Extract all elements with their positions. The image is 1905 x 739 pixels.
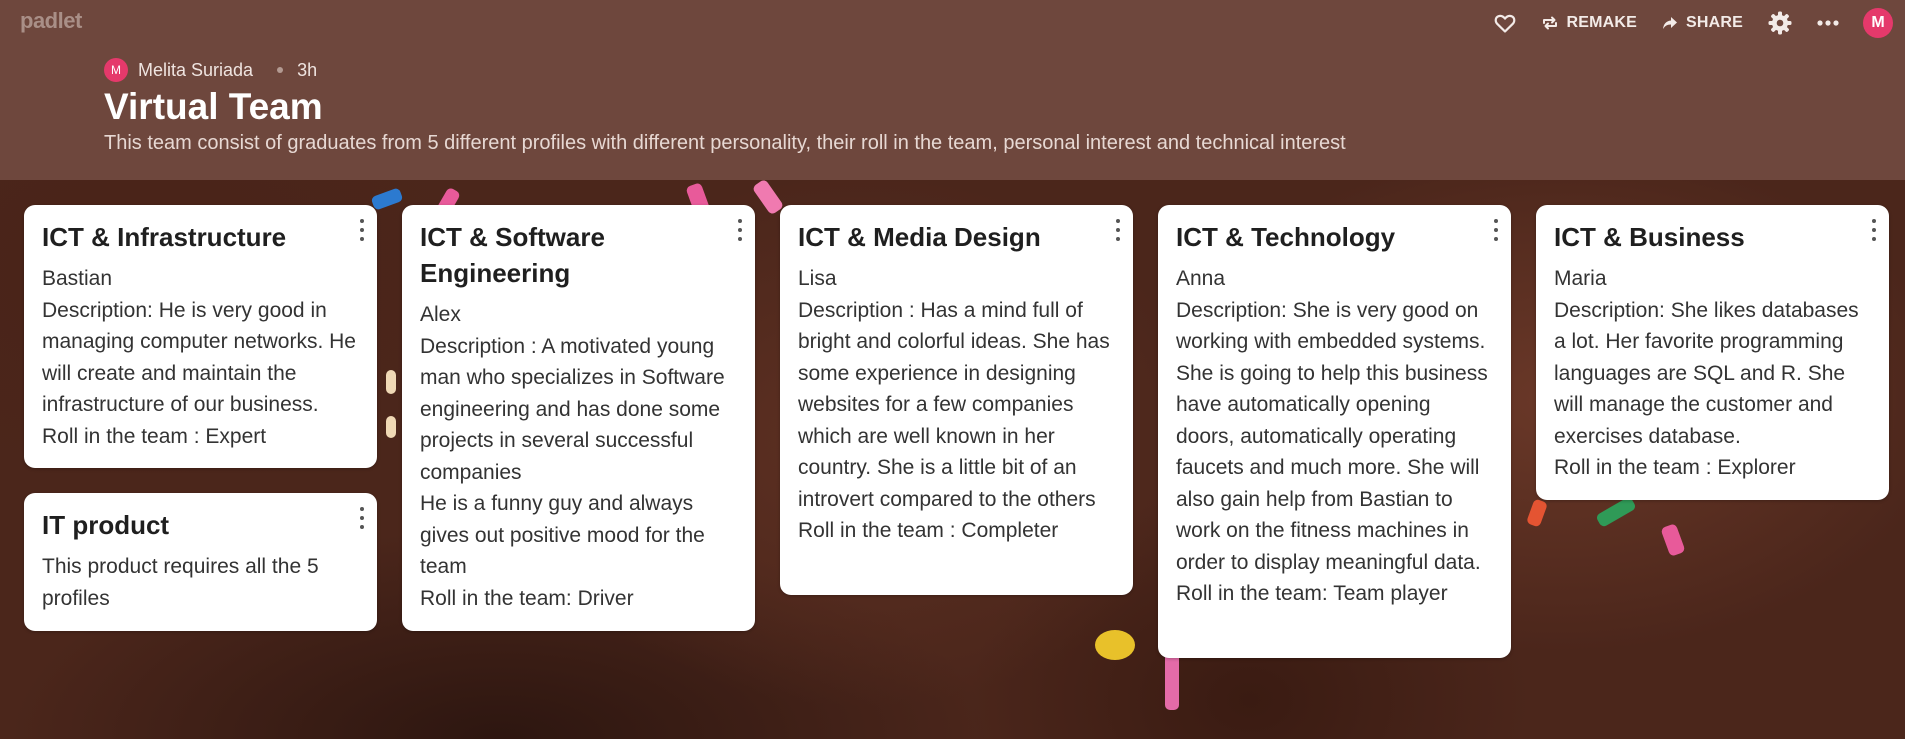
remake-button[interactable]: REMAKE	[1541, 14, 1637, 32]
post-body: Maria Description: She likes databases a…	[1554, 267, 1859, 479]
kebab-dot	[1494, 219, 1498, 223]
kebab-dot	[360, 228, 364, 232]
post-menu-button[interactable]	[1871, 219, 1877, 241]
top-toolbar: REMAKE SHARE M	[1493, 8, 1893, 38]
kebab-dot	[360, 219, 364, 223]
post-card[interactable]: IT product This product requires all the…	[24, 493, 377, 631]
post-card[interactable]: ICT & Technology Anna Description: She i…	[1158, 205, 1511, 658]
kebab-dot	[1872, 228, 1876, 232]
padlet-logo[interactable]: padlet	[20, 8, 82, 34]
post-card[interactable]: ICT & Media Design Lisa Description : Ha…	[780, 205, 1133, 595]
ellipsis-icon	[1817, 20, 1839, 26]
kebab-dot	[1116, 228, 1120, 232]
kebab-dot	[1494, 237, 1498, 241]
share-label: SHARE	[1685, 14, 1743, 31]
post-body: Anna Description: She is very good on wo…	[1176, 267, 1488, 605]
kebab-dot	[738, 237, 742, 241]
padlet-header: padlet REMAKE SHARE M M Melita Suriada 3…	[0, 0, 1905, 180]
kebab-dot	[1116, 237, 1120, 241]
post-menu-button[interactable]	[737, 219, 743, 241]
post-title: ICT & Technology	[1176, 222, 1396, 252]
kebab-dot	[360, 237, 364, 241]
post-card[interactable]: ICT & Business Maria Description: She li…	[1536, 205, 1889, 500]
post-title: ICT & Infrastructure	[42, 222, 287, 252]
post-title: ICT & Media Design	[798, 222, 1041, 252]
background-decoration	[1660, 523, 1686, 557]
background-decoration	[370, 187, 404, 211]
remake-icon	[1543, 16, 1558, 30]
post-card[interactable]: ICT & Software Engineering Alex Descript…	[402, 205, 755, 631]
background-decoration	[751, 180, 785, 216]
post-body: This product requires all the 5 profiles	[42, 555, 325, 610]
background-decoration	[1095, 630, 1135, 660]
background-decoration	[1595, 495, 1637, 529]
more-options-button[interactable]	[1817, 19, 1839, 27]
heart-icon	[1495, 14, 1516, 33]
background-decoration	[1525, 498, 1549, 528]
kebab-dot	[360, 516, 364, 520]
post-title: IT product	[42, 510, 170, 540]
post-body: Bastian Description: He is very good in …	[42, 267, 356, 448]
kebab-dot	[738, 228, 742, 232]
share-arrow-icon	[1662, 17, 1677, 29]
post-title: ICT & Software Engineering	[420, 222, 605, 288]
remake-label: REMAKE	[1566, 14, 1637, 31]
post-menu-button[interactable]	[1115, 219, 1121, 241]
settings-button[interactable]	[1767, 10, 1793, 36]
user-avatar[interactable]: M	[1863, 8, 1893, 38]
kebab-dot	[738, 219, 742, 223]
gear-icon	[1768, 11, 1792, 35]
kebab-dot	[360, 507, 364, 511]
kebab-dot	[1494, 228, 1498, 232]
background-decoration	[386, 416, 396, 438]
share-button[interactable]: SHARE	[1661, 14, 1743, 32]
padlet-wall: ICT & Infrastructure Bastian Description…	[0, 180, 1905, 739]
like-button[interactable]	[1493, 11, 1517, 35]
separator-dot	[277, 67, 284, 73]
page-title: Virtual Team	[104, 86, 323, 127]
post-time: 3h	[297, 59, 318, 80]
author-name: Melita Suriada	[138, 59, 254, 80]
post-body: Alex Description : A motivated young man…	[420, 303, 725, 610]
post-card[interactable]: ICT & Infrastructure Bastian Description…	[24, 205, 377, 468]
page-description: This team consist of graduates from 5 di…	[104, 132, 1346, 154]
kebab-dot	[360, 525, 364, 529]
post-meta: M Melita Suriada 3h	[104, 58, 317, 82]
post-menu-button[interactable]	[1493, 219, 1499, 241]
post-title: ICT & Business	[1554, 222, 1745, 252]
kebab-dot	[1872, 219, 1876, 223]
kebab-dot	[1116, 219, 1120, 223]
background-decoration	[1165, 650, 1179, 710]
kebab-dot	[1872, 237, 1876, 241]
post-menu-button[interactable]	[359, 507, 365, 529]
author-avatar: M	[104, 58, 128, 82]
post-body: Lisa Description : Has a mind full of br…	[798, 267, 1110, 542]
background-decoration	[386, 370, 396, 394]
post-menu-button[interactable]	[359, 219, 365, 241]
